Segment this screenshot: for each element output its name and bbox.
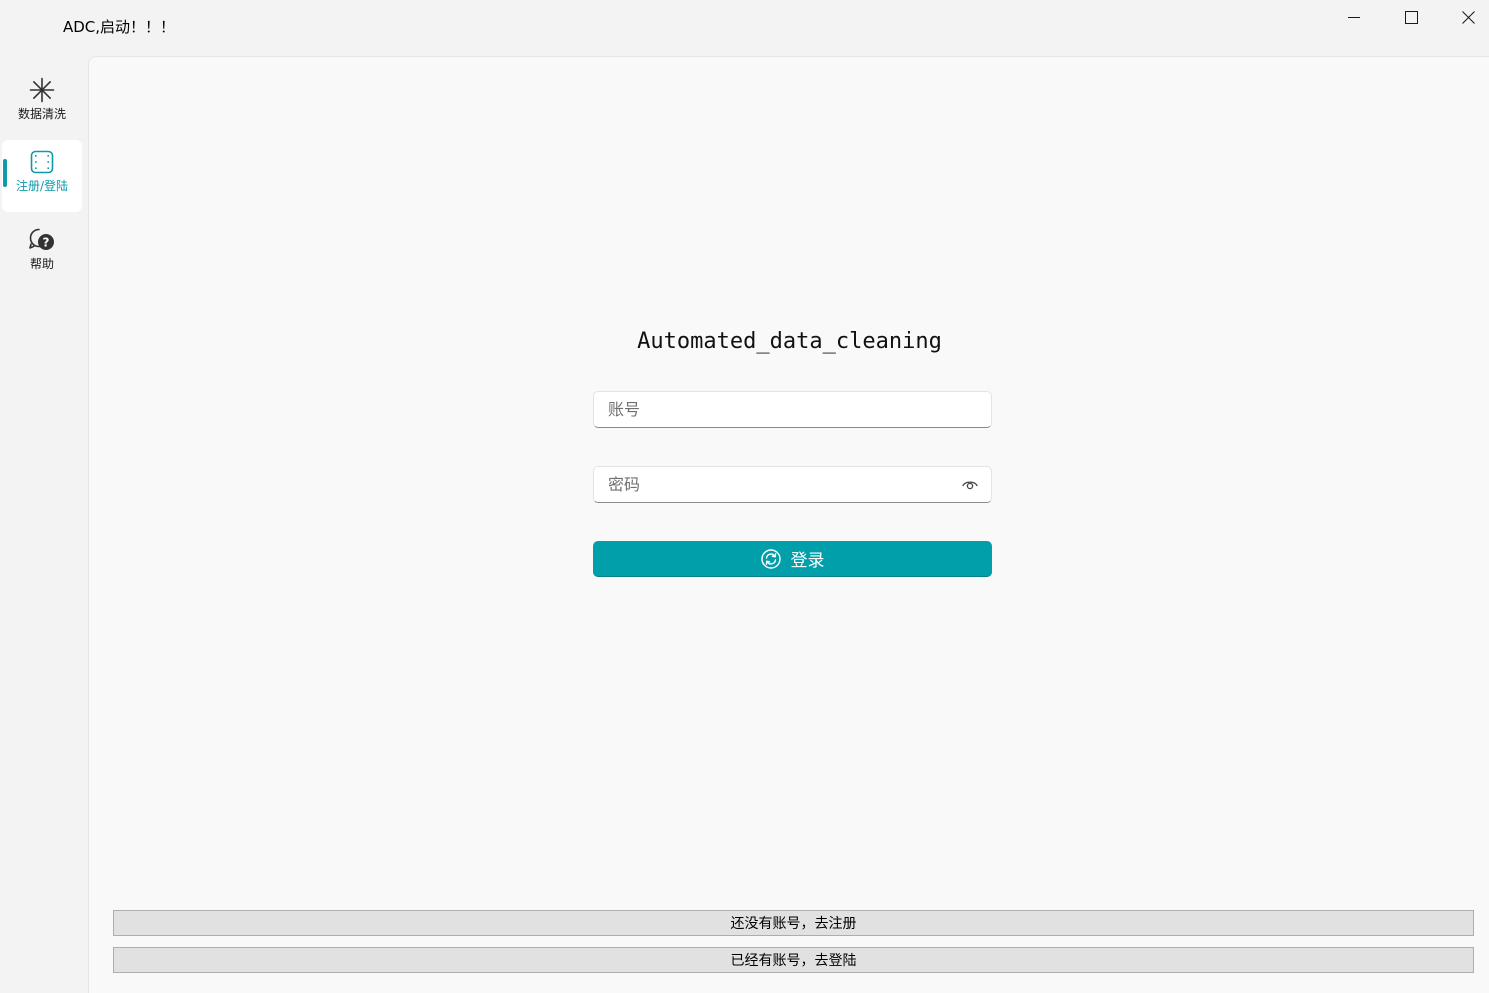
close-icon <box>1461 10 1475 24</box>
sidebar-item-help[interactable]: ? 帮助 <box>2 218 82 290</box>
password-input[interactable] <box>594 467 991 502</box>
help-chat-icon: ? <box>28 226 56 254</box>
close-button[interactable] <box>1440 0 1489 34</box>
go-register-button[interactable]: 还没有账号，去注册 <box>113 910 1474 936</box>
page-title: Automated_data_cleaning <box>637 329 942 354</box>
minimize-icon <box>1348 11 1360 23</box>
account-input[interactable] <box>594 392 991 427</box>
sidebar-item-register-login[interactable]: 注册/登陆 <box>2 140 82 212</box>
sync-icon <box>760 548 781 569</box>
sidebar-item-label: 注册/登陆 <box>15 179 69 193</box>
asterisk-icon <box>29 76 55 104</box>
svg-text:?: ? <box>43 236 50 250</box>
app-title: ADC,启动！！！ <box>63 18 176 36</box>
eye-icon[interactable] <box>961 477 979 493</box>
account-field[interactable] <box>593 391 992 428</box>
sidebar-item-label: 帮助 <box>29 257 54 271</box>
minimize-button[interactable] <box>1326 0 1382 34</box>
go-login-button[interactable]: 已经有账号，去登陆 <box>113 947 1474 973</box>
sidebar-item-data-cleaning[interactable]: 数据清洗 <box>2 68 82 140</box>
active-indicator <box>3 159 7 187</box>
sidebar-item-label: 数据清洗 <box>17 107 66 121</box>
title-bar: ADC,启动！！！ <box>0 0 1489 56</box>
navigation-sidebar: 数据清洗 注册/登陆 ? 帮助 <box>0 56 88 993</box>
main-content: Automated_data_cleaning 登录 还没有账号，去注册 已经有… <box>88 56 1489 993</box>
maximize-button[interactable] <box>1383 0 1439 34</box>
frame-icon <box>30 148 54 176</box>
login-button-label: 登录 <box>790 551 825 571</box>
login-button[interactable]: 登录 <box>593 541 992 577</box>
maximize-icon <box>1404 10 1418 24</box>
password-field[interactable] <box>593 466 992 503</box>
